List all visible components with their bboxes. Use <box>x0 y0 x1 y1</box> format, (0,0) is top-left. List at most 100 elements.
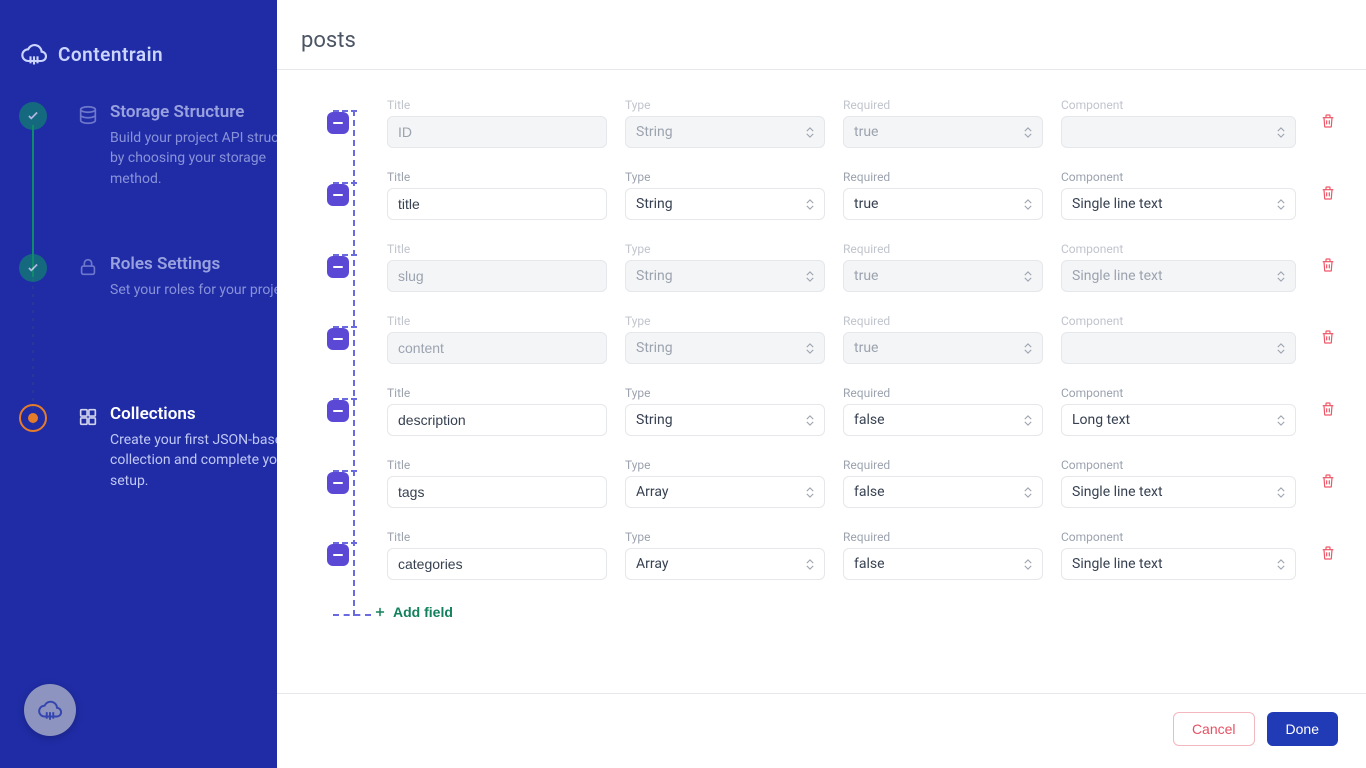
field-type-select[interactable]: String <box>625 188 825 220</box>
chevron-sort-icon <box>806 559 814 570</box>
collapse-toggle[interactable] <box>327 544 349 566</box>
trash-icon <box>1320 113 1336 129</box>
field-required-value: true <box>854 196 878 212</box>
field-row: Title Type String Required true <box>341 88 1342 160</box>
type-label: Type <box>625 98 825 112</box>
field-title-input[interactable] <box>387 476 607 508</box>
chevron-sort-icon <box>806 271 814 282</box>
step-title: Storage Structure <box>110 102 277 122</box>
storage-icon <box>66 102 110 189</box>
cancel-button[interactable]: Cancel <box>1173 712 1255 746</box>
field-component-select <box>1061 332 1296 364</box>
step-collections[interactable]: Collections Create your first JSON-based… <box>12 404 277 491</box>
title-label: Title <box>387 98 607 112</box>
required-label: Required <box>843 386 1043 400</box>
delete-field-button[interactable] <box>1316 541 1340 568</box>
trash-icon <box>1320 329 1336 345</box>
title-field-group: Title <box>387 98 607 148</box>
delete-field-button[interactable] <box>1316 325 1340 352</box>
field-component-select[interactable]: Long text <box>1061 404 1296 436</box>
title-field-group: Title <box>387 314 607 364</box>
required-label: Required <box>843 530 1043 544</box>
add-field-row: Add field <box>341 592 1342 624</box>
title-field-group: Title <box>387 458 607 508</box>
chevron-sort-icon <box>1024 199 1032 210</box>
field-title-input <box>387 332 607 364</box>
title-label: Title <box>387 170 607 184</box>
collapse-toggle[interactable] <box>327 400 349 422</box>
field-required-value: true <box>854 268 878 284</box>
step-desc: Create your first JSON-based collection … <box>110 430 277 491</box>
component-field-group: Component <box>1061 314 1296 364</box>
type-label: Type <box>625 458 825 472</box>
field-type-select[interactable]: Array <box>625 476 825 508</box>
field-title-input[interactable] <box>387 188 607 220</box>
page-title: posts <box>301 28 1342 53</box>
field-component-select[interactable]: Single line text <box>1061 188 1296 220</box>
brand-cloud-icon <box>20 40 48 68</box>
step-title: Roles Settings <box>110 254 277 274</box>
collapse-toggle[interactable] <box>327 184 349 206</box>
step-roles-settings[interactable]: Roles Settings Set your roles for your p… <box>12 254 277 300</box>
trash-icon <box>1320 401 1336 417</box>
trash-icon <box>1320 545 1336 561</box>
delete-field-button[interactable] <box>1316 469 1340 496</box>
type-field-group: Type Array <box>625 458 825 508</box>
component-field-group: Component Single line text <box>1061 242 1296 292</box>
component-label: Component <box>1061 530 1296 544</box>
component-label: Component <box>1061 242 1296 256</box>
field-component-select[interactable]: Single line text <box>1061 476 1296 508</box>
component-field-group: Component Long text <box>1061 386 1296 436</box>
field-type-select[interactable]: String <box>625 404 825 436</box>
field-type-value: String <box>636 124 673 140</box>
collapse-toggle[interactable] <box>327 328 349 350</box>
brand-name: Contentrain <box>58 43 163 66</box>
collapse-toggle[interactable] <box>327 256 349 278</box>
component-label: Component <box>1061 314 1296 328</box>
delete-field-button[interactable] <box>1316 109 1340 136</box>
component-label: Component <box>1061 98 1296 112</box>
add-field-button[interactable]: Add field <box>367 604 453 620</box>
title-label: Title <box>387 314 607 328</box>
field-required-select[interactable]: false <box>843 476 1043 508</box>
field-required-value: true <box>854 340 878 356</box>
chevron-sort-icon <box>1024 343 1032 354</box>
field-required-value: false <box>854 556 885 572</box>
field-component-select <box>1061 116 1296 148</box>
type-label: Type <box>625 530 825 544</box>
chevron-sort-icon <box>1277 271 1285 282</box>
delete-field-button[interactable] <box>1316 181 1340 208</box>
required-label: Required <box>843 170 1043 184</box>
help-fab[interactable] <box>24 684 76 736</box>
field-required-select[interactable]: false <box>843 404 1043 436</box>
field-title-input[interactable] <box>387 404 607 436</box>
field-type-value: String <box>636 340 673 356</box>
field-type-select[interactable]: Array <box>625 548 825 580</box>
field-title-input[interactable] <box>387 548 607 580</box>
collapse-toggle[interactable] <box>327 472 349 494</box>
component-label: Component <box>1061 386 1296 400</box>
delete-field-button[interactable] <box>1316 253 1340 280</box>
collapse-toggle[interactable] <box>327 112 349 134</box>
footer-actions: Cancel Done <box>277 693 1366 768</box>
required-field-group: Required false <box>843 530 1043 580</box>
field-required-select[interactable]: true <box>843 188 1043 220</box>
component-field-group: Component Single line text <box>1061 458 1296 508</box>
lock-icon <box>66 254 110 300</box>
chevron-sort-icon <box>806 415 814 426</box>
step-storage-structure[interactable]: Storage Structure Build your project API… <box>12 102 277 189</box>
field-component-value: Single line text <box>1072 556 1163 572</box>
field-component-select[interactable]: Single line text <box>1061 548 1296 580</box>
field-required-select[interactable]: false <box>843 548 1043 580</box>
title-field-group: Title <box>387 170 607 220</box>
type-label: Type <box>625 242 825 256</box>
type-label: Type <box>625 170 825 184</box>
page-header: posts <box>277 0 1366 70</box>
done-button[interactable]: Done <box>1267 712 1338 746</box>
chevron-sort-icon <box>1024 487 1032 498</box>
main-panel: posts Title Type String Required <box>277 0 1366 768</box>
field-required-select: true <box>843 332 1043 364</box>
add-field-label: Add field <box>393 604 453 620</box>
delete-field-button[interactable] <box>1316 397 1340 424</box>
field-type-select: String <box>625 332 825 364</box>
